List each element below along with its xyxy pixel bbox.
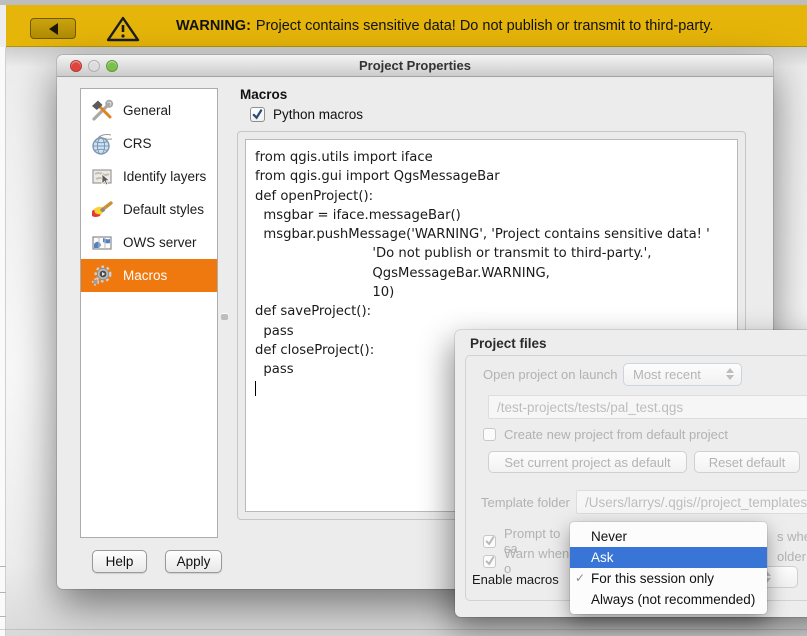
code-line: def openProject(): [255, 187, 737, 206]
checkmark-icon: ✓ [575, 568, 585, 589]
project-files-title: Project files [470, 336, 547, 351]
sidebar-item-macros[interactable]: Macros [81, 259, 217, 292]
open-on-launch-label: Open project on launch [483, 367, 617, 382]
open-on-launch-dropdown[interactable]: Most recent [623, 363, 742, 386]
set-default-button[interactable]: Set current project as default [488, 451, 687, 473]
warning-message-text: Project contains sensitive data! Do not … [256, 18, 714, 34]
sidebar-item-label: Macros [123, 268, 167, 283]
message-bar: WARNING: Project contains sensitive data… [6, 5, 807, 47]
panel-edge-divider [0, 616, 6, 617]
python-macros-row: Python macros [250, 107, 363, 122]
map-server-icon [90, 231, 114, 255]
code-line: msgbar.pushMessage('WARNING', 'Project c… [255, 225, 737, 244]
help-button[interactable]: Help [92, 550, 147, 573]
warn-older-checkbox[interactable] [483, 555, 496, 568]
sidebar-item-identify-layers[interactable]: Identify layers [81, 160, 217, 193]
project-path-value: /test-projects/tests/pal_test.qgs [497, 400, 683, 415]
checkmark-icon [485, 556, 495, 566]
menu-item-always[interactable]: Always (not recommended) [570, 589, 767, 610]
warning-triangle-icon [106, 16, 140, 42]
page-title: Macros [240, 87, 287, 102]
tools-icon [90, 99, 114, 123]
code-line: from qgis.gui import QgsMessageBar [255, 167, 737, 186]
apply-button[interactable]: Apply [165, 550, 222, 573]
dropdown-value: Most recent [633, 367, 701, 382]
checkmark-icon [485, 536, 495, 546]
warn-older-label-fragment: older [777, 549, 806, 564]
code-line: def saveProject(): [255, 302, 737, 321]
text-cursor [255, 381, 256, 396]
code-line: 'Do not publish or transmit to third-par… [255, 244, 737, 263]
menu-item-ask[interactable]: Ask [570, 547, 767, 568]
settings-category-list: General CRS [80, 88, 218, 538]
template-folder-label: Template folder [481, 495, 570, 510]
globe-icon [90, 132, 114, 156]
updown-arrows-icon [726, 368, 734, 380]
prompt-save-label-fragment: s whe [777, 529, 807, 544]
reset-default-button[interactable]: Reset default [694, 451, 800, 473]
panel-edge-divider [0, 566, 6, 567]
create-default-checkbox[interactable] [483, 428, 496, 441]
splitter-handle[interactable] [221, 313, 228, 320]
warning-message: WARNING: Project contains sensitive data… [176, 5, 713, 47]
menu-item-label: For this session only [591, 571, 714, 586]
sidebar-item-default-styles[interactable]: Default styles [81, 193, 217, 226]
create-default-label: Create new project from default project [504, 427, 728, 442]
menu-item-for-this-session[interactable]: ✓ For this session only [570, 568, 767, 589]
left-arrow-icon [49, 23, 58, 35]
create-default-row: Create new project from default project [483, 427, 728, 442]
dialog-titlebar[interactable]: Project Properties [57, 55, 773, 77]
template-folder-value: /Users/larrys/.qgis//project_templates [585, 495, 807, 510]
python-macros-checkbox[interactable] [250, 107, 265, 122]
code-line: QgsMessageBar.WARNING, [255, 264, 737, 283]
enable-macros-label: Enable macros [472, 572, 559, 587]
menu-item-never[interactable]: Never [570, 526, 767, 547]
identify-layers-icon [90, 165, 114, 189]
collapse-messagebar-button[interactable] [30, 18, 76, 39]
gears-icon [90, 264, 114, 288]
dialog-title: Project Properties [57, 55, 773, 77]
background-window-edge [0, 629, 807, 630]
paintbrush-icon [90, 198, 114, 222]
sidebar-item-general[interactable]: General [81, 94, 217, 127]
background-panel-edge [0, 47, 6, 636]
sidebar-item-label: OWS server [123, 235, 197, 250]
sidebar-item-label: Default styles [123, 202, 204, 217]
sidebar-item-label: CRS [123, 136, 152, 151]
template-folder-field[interactable]: /Users/larrys/.qgis//project_templates [576, 490, 807, 514]
sidebar-item-label: General [123, 103, 171, 118]
checkmark-icon [252, 109, 263, 120]
code-line: msgbar = iface.messageBar() [255, 206, 737, 225]
code-line: from qgis.utils import iface [255, 148, 737, 167]
sidebar-item-ows-server[interactable]: OWS server [81, 226, 217, 259]
sidebar-item-crs[interactable]: CRS [81, 127, 217, 160]
panel-edge-divider [0, 592, 6, 593]
sidebar-item-label: Identify layers [123, 169, 206, 184]
project-path-field[interactable]: /test-projects/tests/pal_test.qgs [488, 395, 807, 419]
warning-label: WARNING: [176, 18, 251, 34]
code-line: 10) [255, 283, 737, 302]
python-macros-label: Python macros [273, 107, 363, 122]
enable-macros-menu: Never Ask ✓ For this session only Always… [570, 522, 767, 614]
